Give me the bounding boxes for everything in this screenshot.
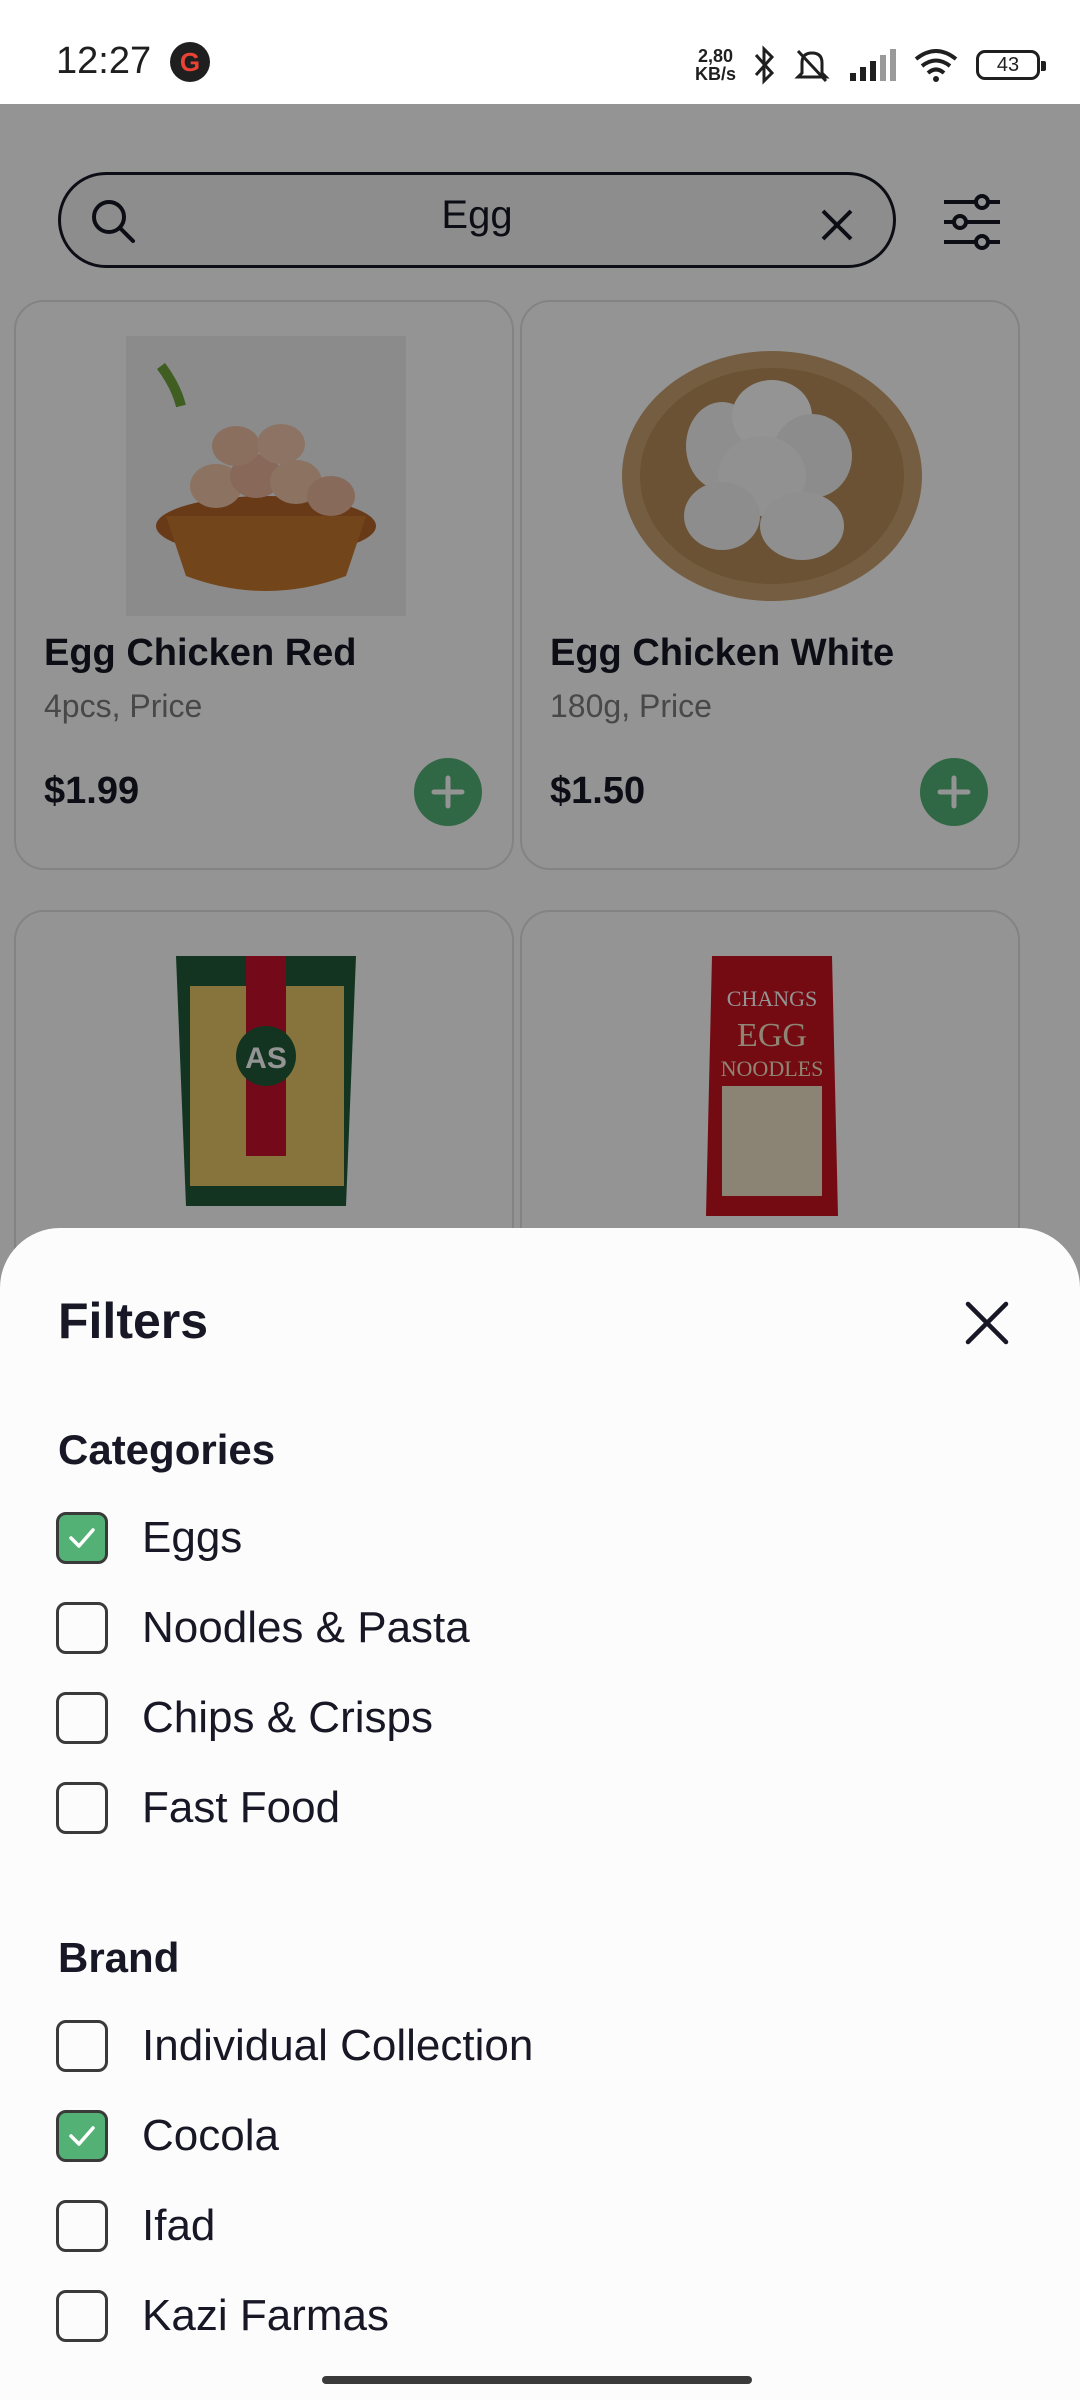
option-label: Cocola: [142, 2111, 279, 2160]
battery-icon: 43: [976, 50, 1046, 80]
status-icons: 2,80 KB/s 43: [694, 40, 1046, 90]
brand-option-cocola[interactable]: Cocola: [56, 2106, 279, 2166]
network-speed: 2,80 KB/s: [694, 46, 736, 84]
category-option-fast-food[interactable]: Fast Food: [56, 1778, 340, 1838]
status-bar: 12:27 G 2,80 KB/s 43: [0, 0, 1080, 104]
filters-title: Filters: [58, 1293, 209, 1349]
wifi-icon: [914, 49, 958, 82]
checkbox[interactable]: [56, 2290, 108, 2342]
checkbox[interactable]: [56, 1782, 108, 1834]
option-label: Chips & Crisps: [142, 1693, 433, 1742]
category-option-noodles-pasta[interactable]: Noodles & Pasta: [56, 1598, 470, 1658]
filters-bottom-sheet: Filters Categories Eggs Noodles & Pasta …: [0, 1228, 1080, 2400]
signal-icon: [850, 49, 896, 81]
option-label: Noodles & Pasta: [142, 1603, 470, 1652]
category-option-eggs[interactable]: Eggs: [56, 1508, 242, 1568]
category-option-chips-crisps[interactable]: Chips & Crisps: [56, 1688, 433, 1748]
option-label: Eggs: [142, 1513, 243, 1562]
mute-bell-icon: [794, 49, 830, 83]
option-label: Individual Collection: [142, 2021, 534, 2070]
option-label: Kazi Farmas: [142, 2291, 389, 2340]
checkbox[interactable]: [56, 2200, 108, 2252]
status-time: 12:27: [56, 40, 152, 82]
checkbox[interactable]: [56, 1602, 108, 1654]
brand-option-kazi-farmas[interactable]: Kazi Farmas: [56, 2286, 389, 2346]
brand-option-ifad[interactable]: Ifad: [56, 2196, 215, 2256]
close-icon[interactable]: [964, 1300, 1010, 1346]
categories-title: Categories: [58, 1426, 276, 1473]
option-label: Fast Food: [142, 1783, 341, 1832]
checkbox[interactable]: [56, 2020, 108, 2072]
option-label: Ifad: [142, 2201, 216, 2250]
checkbox[interactable]: [56, 1512, 108, 1564]
bluetooth-icon: [754, 45, 775, 85]
home-indicator[interactable]: [322, 2376, 752, 2384]
checkbox[interactable]: [56, 1692, 108, 1744]
check-icon: [69, 1528, 95, 1548]
brand-title: Brand: [58, 1934, 180, 1981]
check-icon: [69, 2126, 95, 2146]
google-notification-icon: G: [170, 42, 210, 82]
checkbox[interactable]: [56, 2110, 108, 2162]
brand-option-individual-collection[interactable]: Individual Collection: [56, 2016, 533, 2076]
